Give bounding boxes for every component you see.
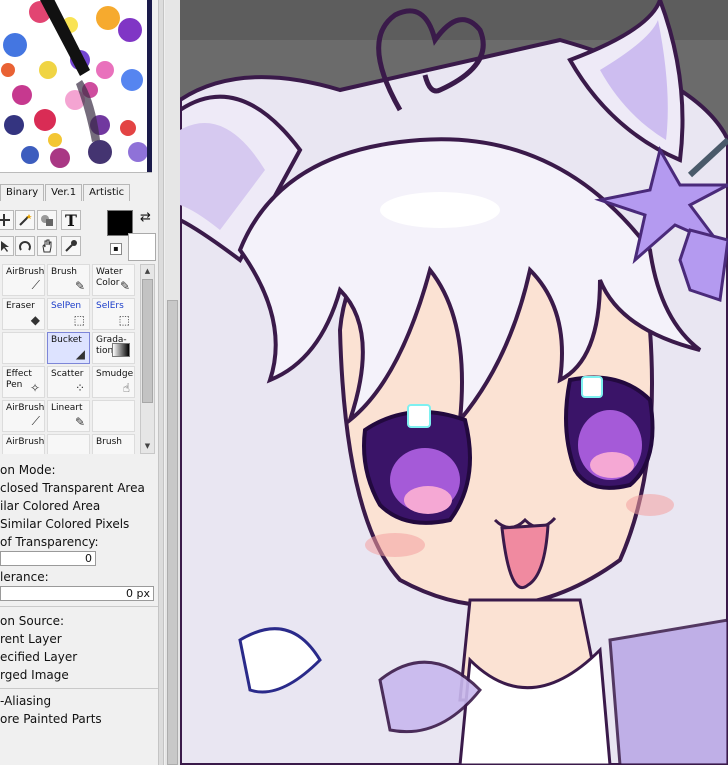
effect-pen-icon: ✧ (29, 381, 40, 395)
brush-slot-selpen[interactable]: SelPen ⬚ (47, 298, 90, 330)
drawing-canvas[interactable] (180, 0, 728, 765)
brush-slot-bucket[interactable]: Bucket ◢ (47, 332, 90, 364)
scroll-down-icon[interactable]: ▼ (142, 441, 153, 452)
eyedropper-icon[interactable] (61, 236, 81, 256)
transparency-field[interactable]: 0 (0, 551, 96, 566)
hand-icon[interactable] (37, 236, 57, 256)
brush-slot-empty[interactable] (2, 332, 45, 364)
watercolor-icon: ✎ (119, 279, 130, 293)
tolerance-field[interactable]: 0 px (0, 586, 154, 601)
character-artwork (180, 0, 728, 765)
brush-slot-brush[interactable]: Brush ✎ (47, 264, 90, 296)
brush-slot-brush-2[interactable]: Brush (92, 434, 135, 454)
tolerance-label: lerance: (0, 570, 49, 584)
background-color-swatch[interactable] (128, 233, 156, 261)
scroll-thumb[interactable] (142, 279, 153, 403)
source-specified-layer[interactable]: ecified Layer (0, 650, 77, 664)
airbrush-icon: ⟋ (31, 278, 40, 292)
panel-scroll-thumb[interactable] (167, 300, 178, 765)
tool-panel: Binary Ver.1 Artistic T ⇄ ▪ AirBrush ⟋ Br… (0, 0, 181, 765)
brush-slot-selers[interactable]: SelErs ⬚ (92, 298, 135, 330)
magic-wand-icon[interactable] (15, 210, 35, 230)
bucket-icon: ◢ (75, 347, 85, 361)
panel-splitter[interactable] (158, 0, 164, 765)
shape-icon[interactable] (37, 210, 57, 230)
arrow-icon[interactable] (0, 236, 14, 256)
brush-slot-eraser[interactable]: Eraser ◆ (2, 298, 45, 330)
brush-slot-gradation[interactable]: Grada-tion (92, 332, 135, 364)
brush-slot-grid: AirBrush ⟋ Brush ✎ Water Color ✎ Eraser ◆ Se… (2, 264, 139, 454)
eraser-icon: ◆ (30, 313, 40, 327)
brush-preview-canvas (0, 0, 152, 173)
scatter-icon: ⁘ (74, 381, 85, 395)
source-merged-image[interactable]: rged Image (0, 668, 69, 682)
airbrush-icon: ⟋ (31, 414, 40, 428)
brush-slot-scatter[interactable]: Scatter ⁘ (47, 366, 90, 398)
smudge-icon: ☝ (122, 381, 130, 395)
brush-icon: ✎ (74, 279, 85, 293)
mode-similar-colored-area[interactable]: ilar Colored Area (0, 499, 100, 513)
ignore-painted-parts-checkbox[interactable]: ore Painted Parts (0, 712, 102, 726)
brush-slot-empty-3[interactable] (47, 434, 90, 454)
tab-ver1[interactable]: Ver.1 (45, 184, 83, 201)
scroll-up-icon[interactable]: ▲ (142, 266, 153, 277)
brush-grid-scrollbar[interactable]: ▲ ▼ (140, 264, 155, 454)
brush-slot-smudge[interactable]: Smudge ☝ (92, 366, 135, 398)
brush-slot-watercolor[interactable]: Water Color ✎ (92, 264, 135, 296)
cross-icon[interactable] (0, 210, 14, 230)
mode-enclosed-transparent[interactable]: closed Transparent Area (0, 481, 145, 495)
brush-slot-airbrush[interactable]: AirBrush ⟋ (2, 264, 45, 296)
tab-binary[interactable]: Binary (0, 184, 45, 201)
rotate-icon[interactable] (15, 236, 35, 256)
divider (0, 688, 158, 689)
mode-similar-colored-pixels[interactable]: Similar Colored Pixels (0, 517, 129, 531)
source-label: on Source: (0, 614, 65, 628)
detection-mode-label: on Mode: (0, 463, 56, 477)
transparency-label: of Transparency: (0, 535, 99, 549)
source-current-layer[interactable]: rent Layer (0, 632, 62, 646)
brush-slot-airbrush-3[interactable]: AirBrush (2, 434, 45, 454)
text-icon[interactable]: T (61, 210, 81, 230)
lineart-icon: ✎ (74, 415, 85, 429)
selers-icon: ⬚ (118, 313, 130, 327)
brush-set-tabs: Binary Ver.1 Artistic (0, 184, 131, 202)
brush-slot-empty-2[interactable] (92, 400, 135, 432)
brush-slot-effect-pen[interactable]: Effect Pen ✧ (2, 366, 45, 398)
panel-scrollbar[interactable] (165, 0, 180, 765)
brush-slot-lineart[interactable]: Lineart ✎ (47, 400, 90, 432)
reset-colors-icon[interactable]: ▪ (110, 243, 122, 255)
brush-slot-airbrush-2[interactable]: AirBrush ⟋ (2, 400, 45, 432)
gradation-icon (112, 343, 130, 357)
antialiasing-checkbox[interactable]: -Aliasing (0, 694, 51, 708)
divider (0, 606, 158, 607)
tab-artistic[interactable]: Artistic (83, 184, 131, 201)
selpen-icon: ⬚ (73, 313, 85, 327)
swap-colors-icon[interactable]: ⇄ (140, 210, 151, 225)
